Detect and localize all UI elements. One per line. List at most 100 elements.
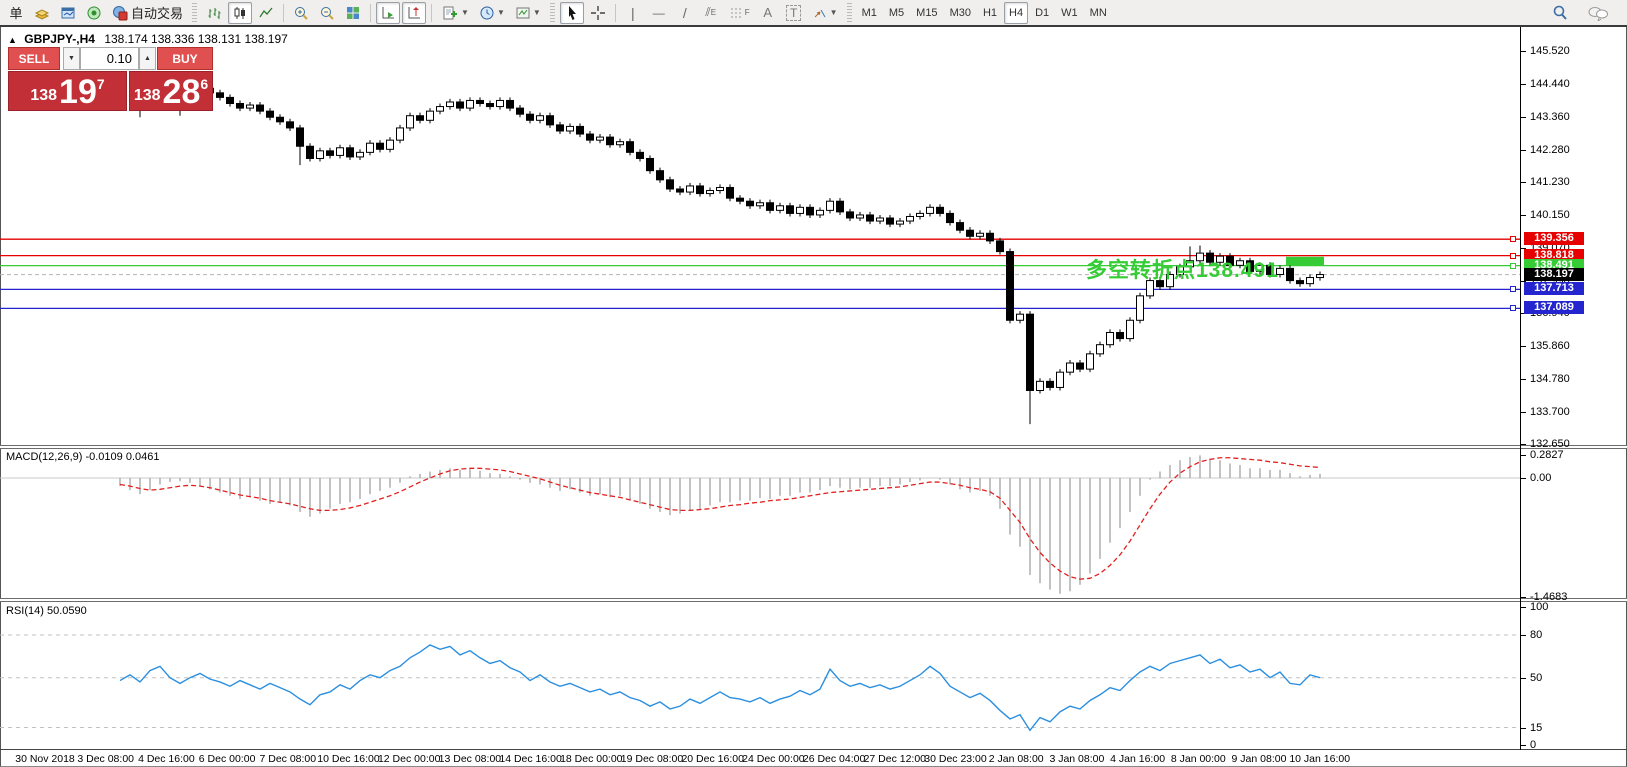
price-tick-label: 134.780: [1530, 373, 1570, 385]
autotrading-button[interactable]: 自动交易: [108, 2, 187, 24]
timeframe-H4[interactable]: H4: [1004, 2, 1028, 24]
toolbar-handle: [847, 3, 852, 23]
vertical-line-tool[interactable]: |: [621, 2, 645, 24]
price-tick-mark: [1521, 84, 1526, 85]
price-tick-mark: [1521, 379, 1526, 380]
time-axis-label: 3 Dec 08:00: [77, 753, 134, 765]
buy-price-button[interactable]: 138 28 6: [129, 71, 213, 111]
indicator-axis-label: 50: [1530, 672, 1542, 684]
sell-button[interactable]: SELL: [8, 47, 60, 70]
sell-price-pip: 7: [97, 76, 105, 92]
zoom-in-icon[interactable]: [289, 2, 313, 24]
price-tick-label: 145.520: [1530, 45, 1570, 57]
candlestick-mode-icon[interactable]: [228, 2, 252, 24]
macd-indicator-label: MACD(12,26,9) -0.0109 0.0461: [6, 451, 159, 463]
time-axis-label: 8 Jan 00:00: [1171, 753, 1226, 765]
buy-price-main: 28: [163, 72, 201, 112]
price-tick-mark: [1521, 182, 1526, 183]
equidistant-channel-tool[interactable]: ⫽E: [699, 2, 723, 24]
chart-shift-icon[interactable]: [402, 2, 426, 24]
chat-icon[interactable]: [1583, 2, 1613, 24]
time-axis-label: 30 Nov 2018: [15, 753, 75, 765]
toolbar-separator: [370, 4, 371, 22]
time-axis-label: 13 Dec 08:00: [439, 753, 501, 765]
time-axis-label: 26 Dec 04:00: [803, 753, 865, 765]
price-tag-137.713: 137.713: [1524, 282, 1584, 295]
time-axis-label: 6 Dec 00:00: [199, 753, 256, 765]
time-axis-label: 18 Dec 00:00: [560, 753, 622, 765]
chart-title: ▲ GBPJPY-,H4 138.174 138.336 138.131 138…: [8, 32, 288, 46]
timeframe-M30[interactable]: M30: [945, 2, 976, 24]
text-tool[interactable]: A: [756, 2, 780, 24]
pane-splitter[interactable]: [0, 445, 1627, 449]
zoom-out-icon[interactable]: [315, 2, 339, 24]
new-order-button[interactable]: 单: [4, 2, 28, 24]
sell-price-main: 19: [59, 72, 97, 112]
timeframe-MN[interactable]: MN: [1085, 2, 1112, 24]
indicator-tick-mark: [1521, 607, 1526, 608]
search-icon[interactable]: [1547, 2, 1573, 24]
indicator-tick-mark: [1521, 745, 1526, 746]
symbol-period-label: GBPJPY-,H4: [24, 32, 95, 46]
indicator-axis-label: 80: [1530, 629, 1542, 641]
toolbar-separator: [283, 4, 284, 22]
trendline-tool[interactable]: /: [673, 2, 697, 24]
horizontal-line-tool[interactable]: —: [647, 2, 671, 24]
collapse-triangle-icon[interactable]: ▲: [8, 35, 17, 45]
timeframe-M5[interactable]: M5: [884, 2, 909, 24]
line-endpoint-marker[interactable]: [1510, 263, 1516, 269]
timeframe-M1[interactable]: M1: [857, 2, 882, 24]
line-endpoint-marker[interactable]: [1510, 236, 1516, 242]
time-axis-label: 24 Dec 00:00: [742, 753, 804, 765]
new-chart-icon[interactable]: [56, 2, 80, 24]
indicator-axis-label: 0.00: [1530, 472, 1551, 484]
auto-scroll-icon[interactable]: [376, 2, 400, 24]
history-center-icon[interactable]: [30, 2, 54, 24]
chart-plot-area[interactable]: [0, 27, 1627, 767]
price-tick-label: 144.440: [1530, 78, 1570, 90]
new-order-doc-icon[interactable]: ▼: [437, 2, 473, 24]
line-endpoint-marker[interactable]: [1510, 253, 1516, 259]
line-chart-mode-icon[interactable]: [254, 2, 278, 24]
autotrading-label: 自动交易: [131, 3, 183, 22]
line-endpoint-marker[interactable]: [1510, 305, 1516, 311]
volume-input[interactable]: [80, 47, 139, 70]
price-tick-mark: [1521, 444, 1526, 445]
price-tick-label: 132.650: [1530, 438, 1570, 450]
crosshair-tool-icon[interactable]: [586, 2, 610, 24]
chart-annotation-text[interactable]: 多空转折点138.491: [1086, 254, 1279, 284]
indicator-tick-mark: [1521, 455, 1526, 456]
timeframe-D1[interactable]: D1: [1030, 2, 1054, 24]
cursor-tool-icon[interactable]: [560, 2, 584, 24]
volume-increase-button[interactable]: ▲: [139, 47, 156, 70]
pane-splitter[interactable]: [0, 598, 1627, 602]
time-axis-label: 12 Dec 00:00: [378, 753, 440, 765]
fibonacci-tool[interactable]: F: [725, 2, 754, 24]
bar-chart-mode-icon[interactable]: [202, 2, 226, 24]
time-axis-label: 10 Jan 16:00: [1289, 753, 1350, 765]
template-icon[interactable]: ▼: [511, 2, 545, 24]
time-axis-label: 4 Jan 16:00: [1110, 753, 1165, 765]
sell-price-button[interactable]: 138 19 7: [8, 71, 127, 111]
timeframe-H1[interactable]: H1: [978, 2, 1002, 24]
price-tick-mark: [1521, 412, 1526, 413]
buy-price-pip: 6: [200, 76, 208, 92]
timeframe-M15[interactable]: M15: [911, 2, 942, 24]
buy-button[interactable]: BUY: [157, 47, 213, 70]
autotrading-icon: [112, 5, 128, 21]
dropdown-caret: ▼: [497, 8, 505, 17]
tile-windows-icon[interactable]: [341, 2, 365, 24]
arrows-tool[interactable]: ▼: [808, 2, 842, 24]
period-clock-icon[interactable]: ▼: [475, 2, 509, 24]
line-endpoint-marker[interactable]: [1510, 286, 1516, 292]
price-tick-mark: [1521, 51, 1526, 52]
ohlc-values: 138.174 138.336 138.131 138.197: [104, 32, 288, 46]
price-tick-label: 142.280: [1530, 144, 1570, 156]
indicator-tick-mark: [1521, 597, 1526, 598]
text-label-tool[interactable]: T: [782, 2, 806, 24]
signal-broadcast-icon[interactable]: [82, 2, 106, 24]
timeframe-W1[interactable]: W1: [1056, 2, 1083, 24]
volume-decrease-button[interactable]: ▼: [63, 47, 80, 70]
indicator-axis-label: 0: [1530, 739, 1536, 751]
price-tag-139.356: 139.356: [1524, 232, 1584, 245]
